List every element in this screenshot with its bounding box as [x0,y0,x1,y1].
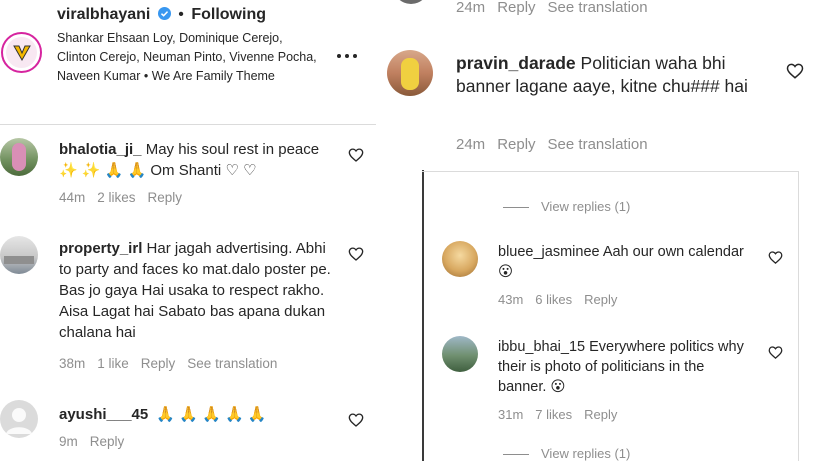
more-options-icon[interactable] [336,47,358,58]
comment-body: ayushi___45 🙏 🙏 🙏 🙏 🙏 [59,404,339,425]
commenter-avatar[interactable] [442,241,478,277]
replies-line [503,207,529,209]
comment-meta: 31m 7 likes Reply [498,407,629,422]
comment-likes[interactable]: 1 like [97,356,129,371]
like-heart-icon[interactable] [348,246,364,262]
following-label[interactable]: Following [191,6,266,23]
audio-credit[interactable]: Shankar Ehsaan Loy, Dominique Cerejo, Cl… [57,29,319,86]
reply-button[interactable]: Reply [148,190,183,205]
comment-username[interactable]: ayushi___45 [59,406,148,423]
comment-time: 24m [456,0,486,16]
reply-button[interactable]: Reply [584,407,617,422]
reply-button[interactable]: Reply [584,292,617,307]
see-translation-button[interactable]: See translation [548,0,648,16]
comment-likes[interactable]: 2 likes [97,190,135,205]
panel-border-right [798,172,799,461]
comment-username[interactable]: bluee_jasminee [498,244,600,260]
comment-meta: 9m Reply [59,434,136,449]
default-avatar[interactable] [0,400,38,438]
comment-time: 9m [59,434,78,449]
replies-line [503,454,529,456]
panel-border-left [422,170,424,461]
comment-body: pravin_darade Politician waha bhi banner… [456,52,756,98]
comment-meta: 44m 2 likes Reply [59,190,194,205]
comment-time: 24m [456,136,486,153]
panel-border-top [422,171,799,172]
prev-comment-meta: 24m Reply See translation [456,0,660,16]
comment-meta: 38m 1 like Reply See translation [59,356,289,371]
comment-username[interactable]: pravin_darade [456,53,576,73]
commenter-avatar[interactable] [0,138,38,176]
comment-body: property_irl Har jagah advertising. Abhi… [59,238,334,343]
dot-separator: • [178,6,184,23]
comment-body: bluee_jasminee Aah our own calendar 😮 [498,242,748,282]
comment-username[interactable]: ibbu_bhai_15 [498,339,585,355]
header-divider [0,124,376,125]
see-translation-button[interactable]: See translation [187,356,277,371]
like-heart-icon[interactable] [348,147,364,163]
commenter-avatar[interactable] [442,336,478,372]
see-translation-button[interactable]: See translation [548,136,648,153]
comment-username[interactable]: bhalotia_ji_ [59,141,142,158]
post-header: viralbhayani • Following [57,6,266,24]
brand-logo-icon [13,45,31,62]
comment-meta: 43m 6 likes Reply [498,292,629,307]
comment-body: ibbu_bhai_15 Everywhere politics why the… [498,337,753,397]
view-replies-bottom[interactable]: View replies (1) [503,446,630,461]
default-user-icon [6,408,32,434]
reply-button[interactable]: Reply [90,434,125,449]
reply-button[interactable]: Reply [497,0,535,16]
view-replies-label[interactable]: View replies (1) [541,199,630,214]
commenter-avatar[interactable] [0,236,38,274]
partial-avatar [393,0,429,4]
reply-button[interactable]: Reply [141,356,176,371]
commenter-avatar[interactable] [387,50,433,96]
like-heart-icon[interactable] [348,412,364,428]
comment-body: bhalotia_ji_ May his soul rest in peace … [59,139,329,181]
like-heart-icon[interactable] [768,250,783,265]
comment-meta: 24m Reply See translation [456,136,660,153]
header-username[interactable]: viralbhayani [57,6,150,23]
comment-likes[interactable]: 6 likes [535,292,572,307]
reply-button[interactable]: Reply [497,136,535,153]
like-heart-icon[interactable] [768,345,783,360]
view-replies-top[interactable]: View replies (1) [503,199,630,214]
comment-username[interactable]: property_irl [59,240,142,257]
comment-time: 31m [498,407,524,422]
verified-badge-icon [157,7,171,20]
view-replies-label[interactable]: View replies (1) [541,446,630,461]
comment-time: 43m [498,292,524,307]
header-avatar[interactable] [1,32,42,73]
comment-likes[interactable]: 7 likes [535,407,572,422]
comment-text: 🙏 🙏 🙏 🙏 🙏 [156,406,267,423]
comment-time: 38m [59,356,86,371]
like-heart-icon[interactable] [786,62,804,80]
comment-time: 44m [59,190,86,205]
